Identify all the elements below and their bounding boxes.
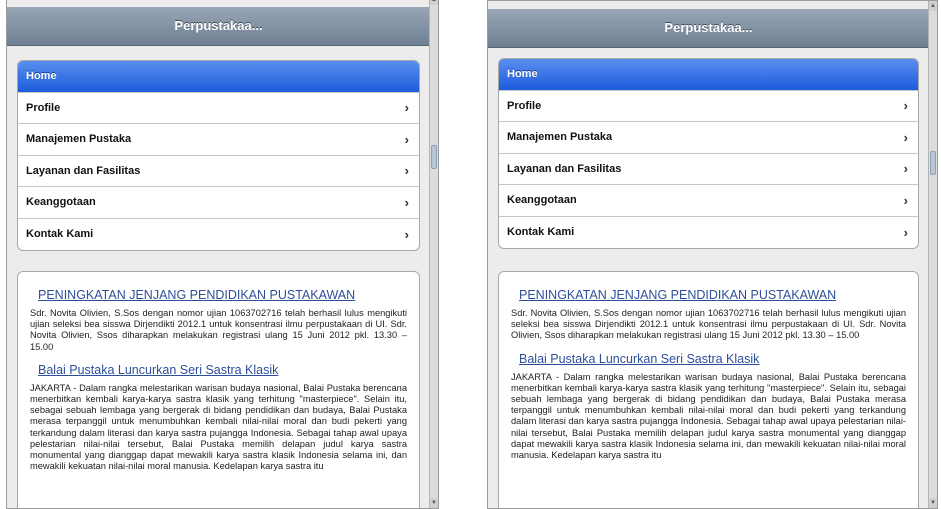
app-title-bar: Perpustakaa... — [488, 9, 929, 48]
article-body: Sdr. Novita Olivien, S.Sos dengan nomor … — [511, 308, 906, 341]
left-screenshot-panel: Perpustakaa... Home Profile › Manajemen … — [6, 0, 439, 509]
right-screenshot-panel: Perpustakaa... Home Profile › Manajemen … — [487, 0, 938, 509]
scroll-up-arrow-icon[interactable]: ▲ — [430, 0, 438, 5]
article-title-link[interactable]: Balai Pustaka Luncurkan Seri Sastra Klas… — [519, 352, 906, 366]
menu-item-kontak-kami[interactable]: Kontak Kami › — [499, 217, 918, 249]
article-body: JAKARTA - Dalam rangka melestarikan wari… — [511, 371, 906, 461]
chevron-right-icon: › — [404, 100, 409, 116]
article-body: JAKARTA - Dalam rangka melestarikan wari… — [30, 382, 407, 472]
menu-item-layanan-fasilitas[interactable]: Layanan dan Fasilitas › — [499, 154, 918, 185]
chevron-right-icon: › — [404, 163, 409, 179]
menu-item-label: Profile — [26, 101, 61, 114]
scroll-thumb[interactable] — [431, 145, 437, 169]
app-title: Perpustakaa... — [174, 18, 263, 33]
menu-item-label: Keanggotaan — [26, 196, 96, 209]
menu-item-label: Kontak Kami — [26, 228, 94, 241]
chevron-right-icon: › — [903, 129, 908, 145]
menu-item-profile[interactable]: Profile › — [499, 91, 918, 122]
menu-item-layanan-fasilitas[interactable]: Layanan dan Fasilitas › — [18, 156, 419, 187]
menu-item-label: Keanggotaan — [507, 194, 577, 207]
app-title: Perpustakaa... — [664, 20, 753, 35]
article-title-link[interactable]: PENINGKATAN JENJANG PENDIDIKAN PUSTAKAWA… — [519, 288, 906, 302]
news-content: PENINGKATAN JENJANG PENDIDIKAN PUSTAKAWA… — [17, 271, 420, 508]
main-menu: Home Profile › Manajemen Pustaka › Layan… — [498, 58, 919, 249]
chevron-right-icon: › — [404, 131, 409, 147]
menu-item-profile[interactable]: Profile › — [18, 93, 419, 124]
scroll-up-arrow-icon[interactable]: ▲ — [929, 1, 937, 11]
menu-item-label: Home — [507, 68, 538, 81]
menu-item-kontak-kami[interactable]: Kontak Kami › — [18, 219, 419, 251]
article-title-link[interactable]: PENINGKATAN JENJANG PENDIDIKAN PUSTAKAWA… — [38, 288, 407, 302]
menu-item-keanggotaan[interactable]: Keanggotaan › — [18, 187, 419, 219]
menu-item-label: Manajemen Pustaka — [26, 133, 132, 146]
chevron-right-icon: › — [903, 192, 908, 208]
menu-item-label: Profile — [507, 99, 542, 112]
scroll-down-arrow-icon[interactable]: ▼ — [430, 498, 438, 508]
chevron-right-icon: › — [903, 98, 908, 114]
article-title-link[interactable]: Balai Pustaka Luncurkan Seri Sastra Klas… — [38, 363, 407, 377]
scroll-down-arrow-icon[interactable]: ▼ — [929, 498, 937, 508]
menu-item-label: Kontak Kami — [507, 226, 575, 239]
app-title-bar: Perpustakaa... — [7, 7, 430, 46]
main-menu: Home Profile › Manajemen Pustaka › Layan… — [17, 60, 420, 251]
menu-item-label: Layanan dan Fasilitas — [26, 164, 141, 177]
chevron-right-icon: › — [903, 224, 908, 240]
article-body: Sdr. Novita Olivien, S.Sos dengan nomor … — [30, 308, 407, 352]
chevron-right-icon: › — [404, 194, 409, 210]
menu-item-label: Layanan dan Fasilitas — [507, 162, 622, 175]
menu-item-manajemen-pustaka[interactable]: Manajemen Pustaka › — [499, 122, 918, 154]
news-content: PENINGKATAN JENJANG PENDIDIKAN PUSTAKAWA… — [498, 271, 919, 508]
chevron-right-icon: › — [903, 161, 908, 177]
scroll-thumb[interactable] — [930, 151, 936, 175]
menu-item-label: Home — [26, 70, 57, 83]
menu-item-keanggotaan[interactable]: Keanggotaan › — [499, 185, 918, 217]
vertical-scrollbar[interactable]: ▲ ▼ — [928, 1, 937, 508]
chevron-right-icon: › — [404, 226, 409, 242]
menu-item-home[interactable]: Home — [499, 59, 918, 91]
menu-item-manajemen-pustaka[interactable]: Manajemen Pustaka › — [18, 124, 419, 156]
menu-item-label: Manajemen Pustaka — [507, 131, 613, 144]
menu-item-home[interactable]: Home — [18, 61, 419, 93]
vertical-scrollbar[interactable]: ▲ ▼ — [429, 0, 438, 508]
